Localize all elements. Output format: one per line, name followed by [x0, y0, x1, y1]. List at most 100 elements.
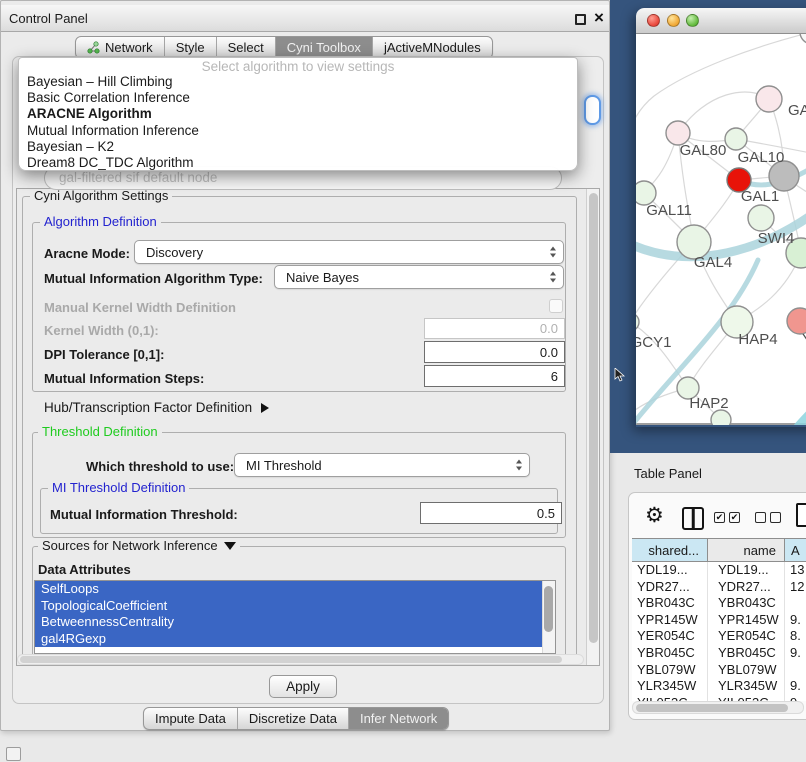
mi-algorithm-type-value: Naive Bayes [286, 270, 359, 285]
which-threshold-label: Which threshold to use: [86, 459, 234, 474]
table-header-row: shared... name A [632, 538, 806, 562]
table-row[interactable]: YDL19...YDL19...13 [632, 562, 806, 579]
threshold-definition-legend: Threshold Definition [38, 425, 162, 439]
column-header-partial[interactable]: A [785, 539, 806, 561]
algorithm-option-basic-correlation[interactable]: Basic Correlation Inference [19, 90, 577, 106]
hub-definition-toggle[interactable]: Hub/Transcription Factor Definition [44, 400, 269, 415]
edge [636, 322, 688, 388]
cell: YDL19... [708, 562, 785, 579]
table-row[interactable]: YPR145WYPR145W9. [632, 612, 806, 629]
network-canvas[interactable]: GAL80 GAL10 GAL1 GAL11 GAL4 SWI4 GAL GCY… [636, 34, 806, 425]
node-label: GAL80 [680, 142, 727, 159]
manual-kernel-width-label: Manual Kernel Width Definition [44, 300, 236, 315]
deselect-all-checkbox-icon[interactable] [770, 512, 781, 523]
gear-icon[interactable]: ⚙ [645, 504, 664, 528]
minimize-traffic-light[interactable] [667, 14, 680, 27]
table-row[interactable]: YDR27...YDR27...12 [632, 579, 806, 596]
sources-legend[interactable]: Sources for Network Inference [38, 539, 240, 553]
stepper-icon [550, 272, 556, 283]
apply-button[interactable]: Apply [269, 675, 337, 698]
kernel-width-field[interactable]: 0.0 [424, 318, 565, 339]
tab-impute-data[interactable]: Impute Data [144, 708, 237, 729]
deselect-all-checkbox-icon[interactable] [755, 512, 766, 523]
algorithm-option-aracne[interactable]: ARACNE Algorithm [19, 106, 577, 122]
select-all-checkbox-icon[interactable]: ✔ [729, 512, 740, 523]
mi-steps-value: 6 [551, 369, 558, 384]
cell: YDR27... [708, 579, 785, 596]
settings-horizontal-scrollbar-thumb[interactable] [20, 656, 562, 663]
node-bottom[interactable] [711, 410, 731, 425]
float-window-icon[interactable] [575, 14, 586, 25]
column-header-shared-name[interactable]: shared... [632, 539, 708, 561]
hub-definition-label: Hub/Transcription Factor Definition [44, 400, 252, 415]
node-gal10[interactable] [725, 128, 747, 150]
node-unlabeled[interactable] [800, 34, 806, 44]
algorithm-option-bayesian-k2[interactable]: Bayesian – K2 [19, 139, 577, 155]
settings-vertical-scrollbar[interactable] [586, 189, 599, 665]
tab-jactivemnodules-label: jActiveMNodules [384, 40, 481, 55]
which-threshold-value: MI Threshold [246, 458, 322, 473]
algorithm-option-bayesian-hill-climbing[interactable]: Bayesian – Hill Climbing [19, 74, 577, 90]
network-view-window: GAL80 GAL10 GAL1 GAL11 GAL4 SWI4 GAL GCY… [636, 8, 806, 427]
zoom-traffic-light[interactable] [686, 14, 699, 27]
node-swi4[interactable] [748, 205, 774, 231]
listbox-scrollbar[interactable] [542, 581, 555, 653]
mouse-cursor [614, 368, 626, 382]
manual-kernel-width-checkbox[interactable] [549, 299, 563, 313]
attribute-topologicalcoefficient[interactable]: TopologicalCoefficient [35, 598, 544, 615]
node-label: SWI4 [758, 230, 795, 247]
close-icon[interactable]: × [590, 8, 608, 28]
node-label: GAL4 [694, 254, 732, 271]
table-row[interactable]: YER054CYER054C8. [632, 628, 806, 645]
select-all-checkbox-icon[interactable]: ✔ [714, 512, 725, 523]
cell: 13 [785, 562, 806, 579]
settings-horizontal-scrollbar[interactable] [17, 654, 584, 665]
tab-cyni-toolbox[interactable]: Cyni Toolbox [275, 37, 372, 58]
listbox-scrollbar-thumb[interactable] [544, 586, 553, 632]
tab-discretize-data-label: Discretize Data [249, 711, 337, 726]
tab-network[interactable]: Network [76, 37, 164, 58]
dpi-tolerance-field[interactable]: 0.0 [424, 341, 565, 363]
minimized-panel-icon[interactable] [6, 747, 21, 761]
close-traffic-light[interactable] [647, 14, 660, 27]
tab-select[interactable]: Select [216, 37, 275, 58]
cell: YBR043C [632, 595, 708, 612]
attribute-gal4rgexp[interactable]: gal4RGexp [35, 631, 544, 648]
table-panel-title: Table Panel [634, 466, 702, 481]
column-header-name[interactable]: name [708, 539, 785, 561]
attribute-betweennesscentrality[interactable]: BetweennessCentrality [35, 614, 544, 631]
mi-threshold-field[interactable]: 0.5 [420, 502, 562, 524]
column-layout-icon[interactable] [682, 507, 704, 530]
table-row[interactable]: YBR043CYBR043C [632, 595, 806, 612]
node-gal2[interactable] [756, 86, 782, 112]
algorithm-option-mutual-information[interactable]: Mutual Information Inference [19, 123, 577, 139]
which-threshold-combobox[interactable]: MI Threshold [234, 453, 530, 477]
control-panel-titlebar[interactable]: Control Panel [1, 5, 609, 32]
focused-spinner[interactable] [584, 95, 601, 125]
mi-steps-field[interactable]: 6 [424, 365, 565, 387]
cell: YDL19... [632, 562, 708, 579]
attribute-selfloops[interactable]: SelfLoops [35, 581, 544, 598]
collapsed-arrow-icon [261, 403, 269, 413]
cell: YBR043C [708, 595, 785, 612]
tab-jactivemnodules[interactable]: jActiveMNodules [372, 37, 492, 58]
table-horizontal-scrollbar-thumb[interactable] [636, 704, 788, 712]
table-row[interactable]: YLR345WYLR345W9. [632, 678, 806, 695]
aracne-mode-combobox[interactable]: Discovery [134, 240, 564, 264]
cell [785, 662, 806, 679]
tab-style[interactable]: Style [164, 37, 216, 58]
node-label: HAP2 [689, 395, 728, 412]
table-row[interactable]: YBL079WYBL079W [632, 662, 806, 679]
tab-discretize-data[interactable]: Discretize Data [237, 708, 348, 729]
table-horizontal-scrollbar[interactable] [632, 701, 804, 714]
table-body: YDL19...YDL19...13 YDR27...YDR27...12 YB… [632, 562, 806, 701]
settings-vertical-scrollbar-thumb[interactable] [589, 193, 598, 643]
tab-infer-network[interactable]: Infer Network [348, 708, 448, 729]
algorithm-option-dream8[interactable]: Dream8 DC_TDC Algorithm [19, 155, 577, 171]
table-row[interactable]: YBR045CYBR045C9. [632, 645, 806, 662]
mi-algorithm-type-combobox[interactable]: Naive Bayes [274, 265, 564, 289]
document-icon[interactable] [796, 503, 806, 527]
cell: 9. [785, 612, 806, 629]
network-window-titlebar[interactable] [636, 8, 806, 34]
tab-style-label: Style [176, 40, 205, 55]
